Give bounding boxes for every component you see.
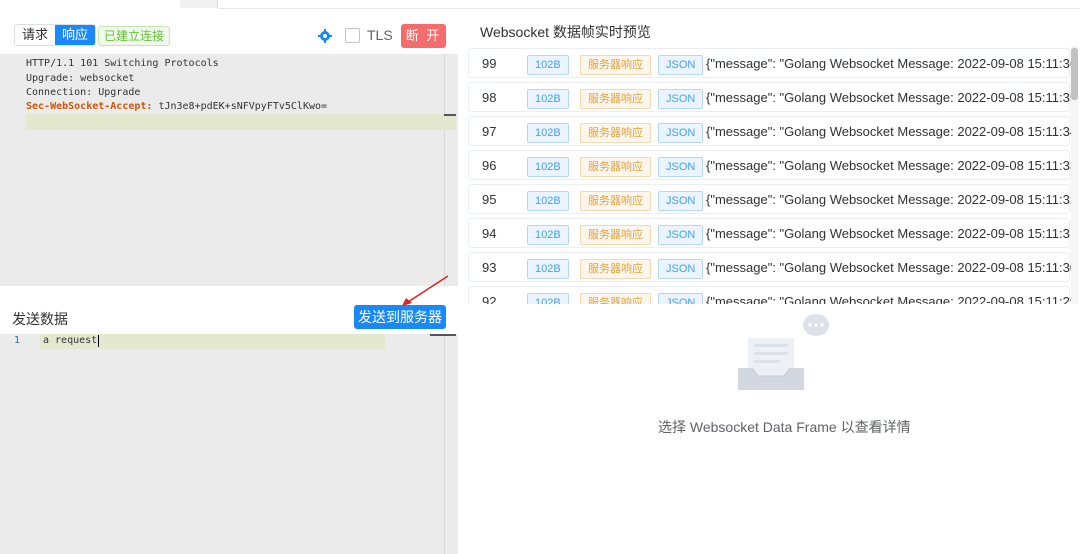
frame-size-tag: 102B xyxy=(527,259,569,279)
tab-divider xyxy=(218,8,1080,9)
frame-size-tag: 102B xyxy=(527,157,569,177)
connection-status-badge: 已建立连接 xyxy=(98,26,171,46)
tab-response[interactable]: 响应 xyxy=(55,25,96,45)
frame-number: 99 xyxy=(482,56,497,71)
line-end-marker xyxy=(430,334,456,336)
frame-format-tag: JSON xyxy=(658,191,704,211)
response-line-3: Connection: Upgrade xyxy=(26,87,141,98)
request-toolbar: 请求 响应 已建立连接 TLS 断 开 xyxy=(0,10,458,54)
frame-number: 93 xyxy=(482,260,497,275)
frame-size-tag: 102B xyxy=(527,55,569,75)
frame-format-tag: JSON xyxy=(658,55,704,75)
frame-size-tag: 102B xyxy=(527,225,569,245)
response-line-1: HTTP/1.1 101 Switching Protocols xyxy=(26,58,219,69)
tab-stub[interactable] xyxy=(180,0,218,8)
editor-ruler xyxy=(444,334,445,554)
accept-header-value: tJn3e8+pdEK+sNFVpyFTv5ClKwo= xyxy=(152,101,328,112)
frame-type-tag: 服务器响应 xyxy=(580,55,651,75)
frame-type-tag: 服务器响应 xyxy=(580,157,651,177)
frame-type-tag: 服务器响应 xyxy=(580,191,651,211)
tls-checkbox[interactable] xyxy=(345,28,360,43)
frame-row[interactable]: 93 102B 服务器响应 JSON {"message": "Golang W… xyxy=(468,252,1078,282)
frame-type-tag: 服务器响应 xyxy=(580,293,651,304)
response-line-2: Upgrade: websocket xyxy=(26,73,135,84)
frame-number: 96 xyxy=(482,158,497,173)
send-to-server-button[interactable]: 发送到服务器 xyxy=(354,305,446,329)
frame-type-tag: 服务器响应 xyxy=(580,259,651,279)
frame-size-tag: 102B xyxy=(527,123,569,143)
send-data-label: 发送数据 xyxy=(12,311,68,327)
frame-type-tag: 服务器响应 xyxy=(580,123,651,143)
frame-number: 94 xyxy=(482,226,497,241)
frame-format-tag: JSON xyxy=(658,123,704,143)
frames-title: Websocket 数据帧实时预览 xyxy=(480,24,651,40)
tls-label: TLS xyxy=(367,27,393,43)
frame-message: {"message": "Golang Websocket Message: 2… xyxy=(706,226,1078,241)
send-content[interactable]: a request xyxy=(43,335,97,346)
frame-message: {"message": "Golang Websocket Message: 2… xyxy=(706,124,1078,139)
frame-row[interactable]: 97 102B 服务器响应 JSON {"message": "Golang W… xyxy=(468,116,1078,146)
line-number: 1 xyxy=(14,335,21,346)
frame-message: {"message": "Golang Websocket Message: 2… xyxy=(706,294,1078,304)
annotation-arrow-icon xyxy=(402,275,449,306)
frame-row[interactable]: 95 102B 服务器响应 JSON {"message": "Golang W… xyxy=(468,184,1078,214)
frame-message: {"message": "Golang Websocket Message: 2… xyxy=(706,192,1078,207)
empty-inbox-icon xyxy=(738,314,829,390)
frame-format-tag: JSON xyxy=(658,259,704,279)
frame-number: 95 xyxy=(482,192,497,207)
frame-row[interactable]: 96 102B 服务器响应 JSON {"message": "Golang W… xyxy=(468,150,1078,180)
line-end-marker xyxy=(444,114,456,116)
empty-detail-text: 选择 Websocket Data Frame 以查看详情 xyxy=(658,419,911,435)
disconnect-button[interactable]: 断 开 xyxy=(401,24,446,48)
frames-list: 99 102B 服务器响应 JSON {"message": "Golang W… xyxy=(468,46,1078,304)
frame-message: {"message": "Golang Websocket Message: 2… xyxy=(706,90,1078,105)
frame-size-tag: 102B xyxy=(527,89,569,109)
scrollbar-thumb[interactable] xyxy=(1071,48,1078,100)
frame-size-tag: 102B xyxy=(527,293,569,304)
frame-format-tag: JSON xyxy=(658,89,704,109)
frame-type-tag: 服务器响应 xyxy=(580,89,651,109)
frame-row[interactable]: 92 102B 服务器响应 JSON {"message": "Golang W… xyxy=(468,286,1078,304)
frame-message: {"message": "Golang Websocket Message: 2… xyxy=(706,158,1078,173)
frame-size-tag: 102B xyxy=(527,191,569,211)
frame-row[interactable]: 94 102B 服务器响应 JSON {"message": "Golang W… xyxy=(468,218,1078,248)
text-caret xyxy=(98,335,99,347)
tab-request[interactable]: 请求 xyxy=(15,25,56,45)
frame-format-tag: JSON xyxy=(658,293,704,304)
frame-number: 98 xyxy=(482,90,497,105)
response-line-4: Sec-WebSocket-Accept: tJn3e8+pdEK+sNFVpy… xyxy=(26,100,327,115)
frame-number: 92 xyxy=(482,294,497,304)
frame-type-tag: 服务器响应 xyxy=(580,225,651,245)
frames-scrollbar[interactable] xyxy=(1071,46,1078,304)
accept-header-key: Sec-WebSocket-Accept: xyxy=(26,101,153,112)
top-tab-strip xyxy=(0,0,1080,10)
frame-row[interactable]: 98 102B 服务器响应 JSON {"message": "Golang W… xyxy=(468,82,1078,112)
send-editor[interactable] xyxy=(0,334,458,554)
gear-icon[interactable] xyxy=(318,29,332,43)
frame-row[interactable]: 99 102B 服务器响应 JSON {"message": "Golang W… xyxy=(468,48,1078,78)
frame-format-tag: JSON xyxy=(658,225,704,245)
request-response-toggle: 请求 响应 xyxy=(14,24,97,46)
frame-message: {"message": "Golang Websocket Message: 2… xyxy=(706,260,1078,275)
current-line-highlight xyxy=(26,114,456,130)
frame-format-tag: JSON xyxy=(658,157,704,177)
frame-number: 97 xyxy=(482,124,497,139)
editor-ruler xyxy=(444,54,445,286)
frame-message: {"message": "Golang Websocket Message: 2… xyxy=(706,56,1078,71)
